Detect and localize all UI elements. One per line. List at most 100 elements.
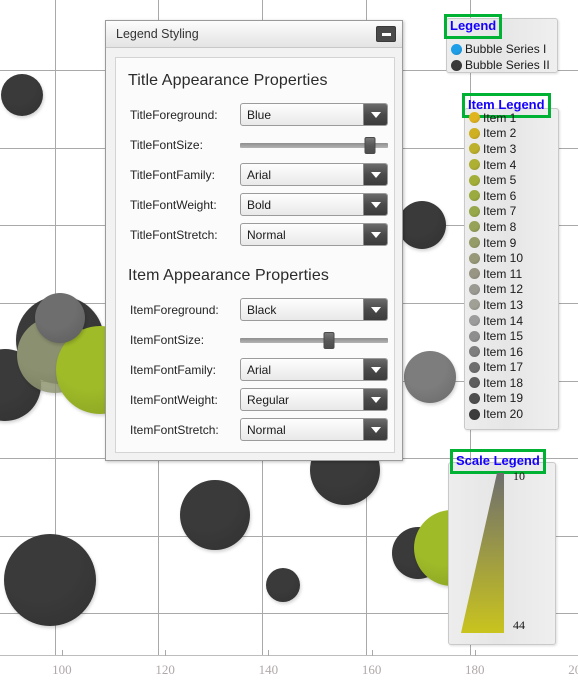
- legend-color-dot-icon: [469, 392, 480, 404]
- scale-bottom-value: 44: [513, 618, 525, 632]
- legend-color-dot-icon: [469, 237, 480, 249]
- field-label: TitleFontFamily:: [130, 167, 215, 182]
- legend-item[interactable]: Item 11: [466, 266, 523, 282]
- dropdown-itemforeground[interactable]: Black: [240, 298, 388, 321]
- legend-item-label: Item 10: [483, 251, 524, 266]
- chevron-down-icon[interactable]: [363, 194, 387, 215]
- caret-glyph: [370, 201, 381, 208]
- slider-thumb[interactable]: [364, 136, 376, 154]
- chart-bubble: [35, 293, 85, 343]
- legend-item[interactable]: Item 5: [466, 172, 523, 188]
- legend-item[interactable]: Item 18: [466, 375, 523, 391]
- axis-tick: [268, 650, 270, 656]
- caret-glyph: [370, 396, 381, 403]
- legend-item[interactable]: Item 8: [466, 219, 523, 235]
- dropdown-itemfontstretch[interactable]: Normal: [240, 418, 388, 441]
- scale-legend-wedge: [457, 473, 515, 633]
- legend-color-dot-icon: [469, 127, 480, 139]
- legend-item[interactable]: Item 16: [466, 344, 523, 360]
- legend-item[interactable]: Item 14: [466, 313, 523, 329]
- legend-styling-dialog: Legend Styling Title Appearance Properti…: [105, 20, 403, 461]
- legend-item[interactable]: Item 10: [466, 250, 523, 266]
- chart-bubble: [180, 480, 250, 550]
- dialog-title-bar[interactable]: Legend Styling: [106, 21, 402, 48]
- chevron-down-icon[interactable]: [363, 164, 387, 185]
- chevron-down-icon[interactable]: [363, 389, 387, 410]
- legend-color-dot-icon: [469, 205, 480, 217]
- dropdown-itemfontweight[interactable]: Regular: [240, 388, 388, 411]
- dropdown-value: Arial: [247, 167, 272, 182]
- axis-tick: [61, 650, 63, 656]
- chevron-down-icon[interactable]: [363, 299, 387, 320]
- chevron-down-icon[interactable]: [363, 104, 387, 125]
- legend-item[interactable]: Item 1: [466, 110, 523, 126]
- chart-bubble: [4, 534, 96, 626]
- legend-item[interactable]: Item 20: [466, 406, 523, 422]
- legend-item[interactable]: Bubble Series II: [448, 57, 550, 73]
- caret-glyph: [370, 366, 381, 373]
- field-row: ItemFontWeight: Regular: [116, 385, 394, 414]
- legend-item-label: Item 9: [483, 235, 517, 250]
- axis-tick: [371, 650, 373, 656]
- scale-legend-panel: Scale Legend 10 44: [448, 449, 556, 645]
- legend-color-dot-icon: [469, 221, 480, 233]
- legend-color-dot-icon: [469, 315, 480, 327]
- legend-item[interactable]: Item 6: [466, 188, 523, 204]
- legend-item-label: Item 11: [483, 266, 523, 281]
- legend-item[interactable]: Item 9: [466, 235, 523, 251]
- legend-item-label: Item 17: [483, 360, 524, 375]
- axis-tick-label: 100: [52, 662, 72, 677]
- slider-itemfontsize[interactable]: [240, 330, 388, 350]
- dropdown-titlefontstretch[interactable]: Normal: [240, 223, 388, 246]
- legend-item[interactable]: Item 15: [466, 328, 523, 344]
- legend-color-dot-icon: [469, 408, 480, 420]
- dropdown-titleforeground[interactable]: Blue: [240, 103, 388, 126]
- legend-item[interactable]: Item 17: [466, 360, 523, 376]
- field-row: TitleFontWeight: Bold: [116, 190, 394, 219]
- legend-item[interactable]: Item 2: [466, 126, 523, 142]
- dropdown-titlefontfamily[interactable]: Arial: [240, 163, 388, 186]
- legend-item[interactable]: Item 3: [466, 141, 523, 157]
- legend-item-label: Item 12: [483, 282, 524, 297]
- legend-item-label: Item 8: [483, 219, 517, 234]
- section-heading: Item Appearance Properties: [128, 267, 329, 284]
- chevron-down-icon[interactable]: [363, 419, 387, 440]
- chevron-down-icon[interactable]: [363, 359, 387, 380]
- field-row: TitleFontFamily: Arial: [116, 160, 394, 189]
- legend-item[interactable]: Bubble Series I: [448, 41, 550, 57]
- scale-wedge-svg: [461, 473, 504, 633]
- legend-item[interactable]: Item 13: [466, 297, 523, 313]
- legend-color-dot-icon: [469, 330, 480, 342]
- legend-items: Bubble Series I Bubble Series II: [448, 41, 550, 73]
- field-label: ItemForeground:: [130, 302, 219, 317]
- legend-item-label: Item 14: [483, 313, 524, 328]
- dialog-body: Title Appearance Properties TitleForegrou…: [115, 57, 395, 453]
- legend-color-dot-icon: [469, 159, 480, 171]
- field-label: ItemFontWeight:: [130, 392, 218, 407]
- caret-glyph: [370, 306, 381, 313]
- axis-tick: [165, 650, 167, 656]
- legend-item[interactable]: Item 4: [466, 157, 523, 173]
- dropdown-titlefontweight[interactable]: Bold: [240, 193, 388, 216]
- caret-glyph: [370, 171, 381, 178]
- dropdown-itemfontfamily[interactable]: Arial: [240, 358, 388, 381]
- legend-color-dot-icon: [469, 143, 480, 155]
- legend-color-dot-icon: [469, 112, 480, 124]
- chart-bubble: [398, 201, 446, 249]
- legend-item[interactable]: Item 12: [466, 282, 523, 298]
- axis-tick-label: 160: [361, 662, 382, 677]
- slider-titlefontsize[interactable]: [240, 135, 388, 155]
- chart-bubble: [404, 351, 456, 403]
- legend-item-label: Item 15: [483, 329, 524, 344]
- field-row: TitleFontSize:: [116, 130, 394, 159]
- legend-item[interactable]: Item 19: [466, 391, 523, 407]
- legend-item-label: Item 1: [483, 110, 517, 125]
- slider-thumb[interactable]: [323, 331, 335, 349]
- minimize-button[interactable]: [376, 26, 396, 42]
- legend-color-dot-icon: [469, 268, 480, 280]
- legend-color-dot-icon: [469, 174, 480, 186]
- chart-bubble: [266, 568, 300, 602]
- legend-color-dot-icon: [469, 377, 480, 389]
- chevron-down-icon[interactable]: [363, 224, 387, 245]
- legend-item[interactable]: Item 7: [466, 204, 523, 220]
